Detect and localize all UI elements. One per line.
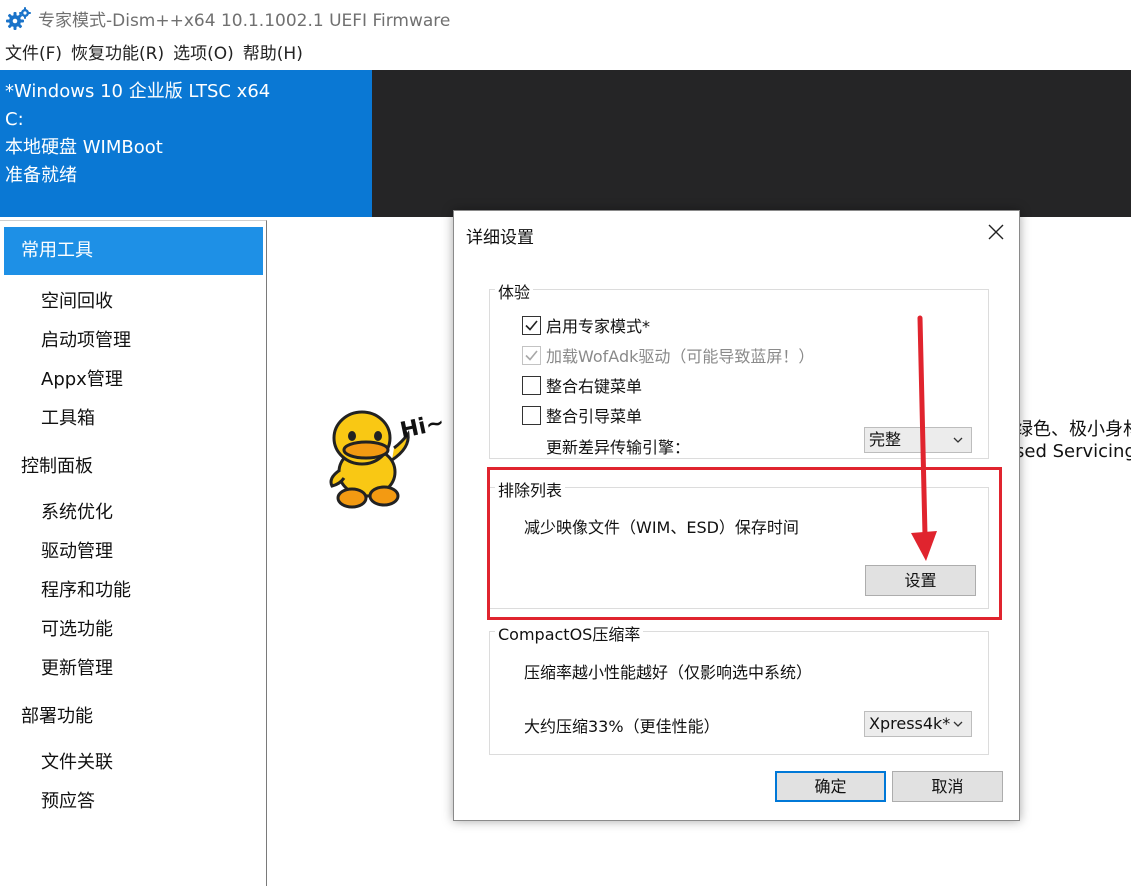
sidebar-item-common-tools[interactable]: 常用工具	[4, 227, 263, 275]
menu-help[interactable]: 帮助(H)	[238, 40, 307, 68]
sidebar-item-toolbox[interactable]: 工具箱	[41, 404, 95, 430]
os-name: *Windows 10 企业版 LTSC x64	[5, 81, 271, 102]
sidebar-item-appx[interactable]: Appx管理	[41, 365, 123, 391]
diff-engine-value: 完整	[869, 430, 902, 449]
menu-options[interactable]: 选项(O)	[168, 40, 238, 68]
wofadk-checkbox[interactable]	[522, 345, 541, 365]
diff-engine-label: 更新差异传输引擎：	[546, 438, 691, 457]
system-list-area[interactable]	[372, 70, 1131, 217]
sidebar-item-optimize[interactable]: 系统优化	[41, 498, 113, 524]
system-info-panel[interactable]: *Windows 10 企业版 LTSC x64 C: 本地硬盘 WIMBoot…	[0, 70, 372, 217]
compression-ratio-value: Xpress4k*	[869, 714, 951, 733]
menu-bar: 文件(F) 恢复功能(R) 选项(O) 帮助(H)	[0, 40, 307, 68]
context-menu-checkbox[interactable]	[522, 375, 541, 395]
compactos-legend: CompactOS压缩率	[495, 621, 644, 645]
wofadk-option[interactable]: 加载WofAdk驱动（可能导致蓝屏！）	[522, 343, 814, 367]
cancel-button[interactable]: 取消	[892, 771, 1003, 802]
duck-mascot-image: Hi~	[329, 410, 447, 509]
wofadk-label: 加载WofAdk驱动（可能导致蓝屏！）	[546, 347, 815, 366]
ok-button[interactable]: 确定	[775, 771, 886, 802]
compression-ratio-label: 大约压缩33%（更佳性能）	[524, 717, 720, 736]
sidebar-item-startup[interactable]: 启动项管理	[41, 326, 131, 352]
annotation-arrow-icon	[911, 315, 937, 561]
window-title: 专家模式-Dism++x64 10.1.1002.1 UEFI Firmware	[38, 11, 451, 31]
bg-description-1: 绿色、极小身材	[1015, 419, 1131, 440]
context-menu-option[interactable]: 整合右键菜单	[522, 373, 642, 397]
gear-icon	[6, 7, 31, 30]
checkmark-icon	[525, 319, 538, 331]
chevron-down-icon	[953, 437, 963, 443]
sidebar-item-drivers[interactable]: 驱动管理	[41, 537, 113, 563]
app-window: 专家模式-Dism++x64 10.1.1002.1 UEFI Firmware…	[0, 0, 1131, 886]
compactos-description: 压缩率越小性能越好（仅影响选中系统）	[524, 663, 813, 682]
sidebar-item-programs[interactable]: 程序和功能	[41, 576, 131, 602]
expert-mode-checkbox[interactable]	[522, 315, 541, 335]
sidebar-item-file-assoc[interactable]: 文件关联	[41, 748, 113, 774]
sidebar-item-space-reclaim[interactable]: 空间回收	[41, 287, 113, 313]
expert-mode-option[interactable]: 启用专家模式*	[522, 313, 650, 337]
sidebar-group-control-panel[interactable]: 控制面板	[21, 452, 93, 478]
compression-ratio-select[interactable]: Xpress4k*	[864, 711, 972, 737]
duck-greeting: Hi~	[398, 410, 447, 444]
bg-description-2: sed Servicing	[1015, 441, 1131, 462]
disk-type: 本地硬盘 WIMBoot	[5, 137, 163, 158]
status-text: 准备就绪	[5, 165, 77, 186]
menu-restore[interactable]: 恢复功能(R)	[66, 40, 168, 68]
checkmark-icon	[525, 349, 538, 361]
sidebar-item-updates[interactable]: 更新管理	[41, 654, 113, 680]
context-menu-label: 整合右键菜单	[546, 377, 643, 396]
boot-menu-checkbox[interactable]	[522, 405, 541, 425]
close-icon[interactable]	[987, 223, 1005, 241]
chevron-down-icon	[953, 721, 963, 727]
drive-letter: C:	[5, 109, 24, 130]
dialog-title: 详细设置	[466, 228, 534, 248]
sidebar: 常用工具 空间回收 启动项管理 Appx管理 工具箱 控制面板 系统优化 驱动管…	[0, 220, 267, 886]
title-bar[interactable]: 专家模式-Dism++x64 10.1.1002.1 UEFI Firmware	[0, 0, 1131, 36]
sidebar-item-answer-file[interactable]: 预应答	[41, 787, 95, 813]
expert-mode-label: 启用专家模式*	[546, 317, 651, 336]
menu-file[interactable]: 文件(F)	[0, 40, 66, 68]
experience-legend: 体验	[495, 279, 534, 303]
sidebar-item-features[interactable]: 可选功能	[41, 615, 113, 641]
sidebar-group-deploy[interactable]: 部署功能	[21, 702, 93, 728]
boot-menu-option[interactable]: 整合引导菜单	[522, 403, 642, 427]
boot-menu-label: 整合引导菜单	[546, 407, 643, 426]
